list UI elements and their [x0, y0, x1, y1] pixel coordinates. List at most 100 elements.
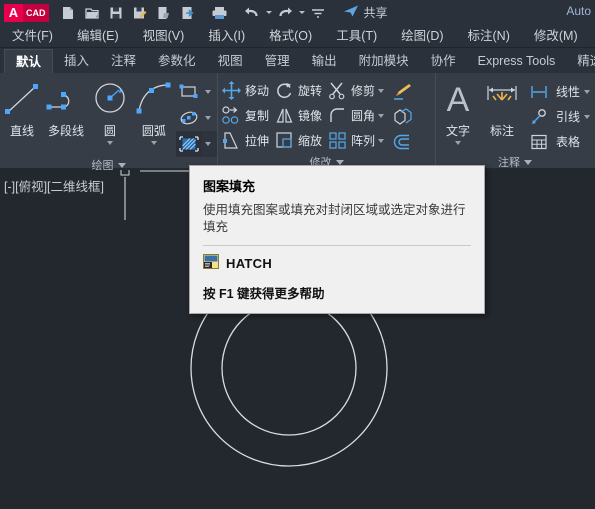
save-as-icon[interactable]: [129, 2, 151, 24]
pencil-properties-icon[interactable]: [390, 80, 416, 104]
modify-tool-scale-label: 缩放: [298, 134, 323, 148]
panel-draw: 直线 多段线 圆 圆弧 绘图: [0, 73, 218, 172]
isometric-box-icon[interactable]: [390, 105, 416, 129]
annotation-tool-leader[interactable]: 引线: [526, 104, 591, 129]
redo-dropdown-icon[interactable]: [298, 11, 305, 14]
panel-annotation-expand-icon[interactable]: [524, 159, 532, 165]
app-name-label: Auto: [566, 4, 591, 18]
undo-dropdown-icon[interactable]: [265, 11, 272, 14]
redo-icon[interactable]: [274, 2, 296, 24]
title-bar: A CAD 共享 Auto: [0, 0, 595, 25]
draw-tool-polyline-label: 多段线: [47, 124, 84, 138]
modify-row-2: 复制 镜像 圆角: [220, 103, 388, 128]
fillet-dropdown-icon[interactable]: [378, 113, 385, 118]
ellipse-icon[interactable]: [176, 106, 202, 130]
trim-dropdown-icon[interactable]: [378, 88, 385, 93]
open-folder-icon[interactable]: [81, 2, 103, 24]
arc-icon: [134, 79, 174, 121]
annotation-tool-dimension[interactable]: 标注: [480, 77, 524, 139]
annotation-tool-table-label: 表格: [556, 135, 581, 149]
modify-tool-stretch-label: 拉伸: [245, 134, 270, 148]
menu-item-view[interactable]: 视图(V): [131, 25, 197, 47]
crosshair-pickbox: [120, 170, 130, 176]
hatch-dropdown-icon[interactable]: [204, 142, 211, 146]
tab-annotate[interactable]: 注释: [100, 49, 147, 73]
arc-dropdown-icon[interactable]: [150, 141, 157, 145]
modify-tool-mirror[interactable]: 镜像: [273, 105, 322, 127]
menu-item-draw[interactable]: 绘图(D): [389, 25, 455, 47]
undo-icon[interactable]: [241, 2, 263, 24]
inner-circle: [221, 300, 357, 436]
modify-tool-rotate-label: 旋转: [298, 84, 323, 98]
menu-item-modify[interactable]: 修改(M): [522, 25, 590, 47]
draw-tool-line-label: 直线: [9, 124, 34, 138]
circle-dropdown-icon[interactable]: [106, 141, 113, 145]
app-logo: A CAD: [4, 3, 49, 22]
leader-icon: [526, 105, 552, 129]
menu-item-parametric[interactable]: 参: [590, 25, 595, 47]
leader-dropdown-icon[interactable]: [584, 114, 591, 119]
modify-tool-copy[interactable]: 复制: [220, 105, 269, 127]
svg-text:A: A: [447, 81, 470, 119]
modify-tool-rotate[interactable]: 旋转: [273, 80, 322, 102]
panel-modify: 移动 旋转 修剪 复制 镜像 圆角 拉伸 缩放 阵列 修改: [218, 73, 436, 169]
ribbon-panels: 直线 多段线 圆 圆弧 绘图 移动 旋转 修剪 复制 镜像 圆角 拉伸 缩放 阵…: [0, 73, 595, 172]
save-icon[interactable]: [105, 2, 127, 24]
modify-tool-scale[interactable]: 缩放: [273, 130, 322, 152]
new-file-icon[interactable]: [57, 2, 79, 24]
annotation-tool-linear-label: 线性: [556, 85, 581, 99]
draw-small-tools: [175, 77, 217, 157]
tab-insert[interactable]: 插入: [53, 49, 100, 73]
customize-icon[interactable]: [307, 2, 329, 24]
tab-default[interactable]: 默认: [4, 49, 54, 73]
menu-bar: 文件(F) 编辑(E) 视图(V) 插入(I) 格式(O) 工具(T) 绘图(D…: [0, 25, 595, 48]
share-button[interactable]: 共享: [343, 4, 388, 21]
print-icon[interactable]: [209, 2, 231, 24]
layers-icon[interactable]: [390, 130, 416, 154]
fillet-icon: [326, 105, 348, 127]
plot-preview-icon[interactable]: [153, 2, 175, 24]
annotation-tool-text[interactable]: A 文字: [436, 77, 480, 145]
tab-collaborate[interactable]: 协作: [420, 49, 467, 73]
linear-dropdown-icon[interactable]: [584, 89, 591, 94]
modify-tool-trim[interactable]: 修剪: [326, 80, 385, 102]
tab-featured-apps[interactable]: 精选应用: [566, 49, 595, 73]
menu-item-format[interactable]: 格式(O): [257, 25, 324, 47]
draw-tool-polyline[interactable]: 多段线: [44, 77, 88, 139]
array-dropdown-icon[interactable]: [378, 138, 385, 143]
tab-output[interactable]: 输出: [301, 49, 348, 73]
modify-tool-trim-label: 修剪: [351, 84, 376, 98]
tab-view[interactable]: 视图: [207, 49, 254, 73]
linear-dim-icon: [526, 80, 552, 104]
tab-addins[interactable]: 附加模块: [348, 49, 420, 73]
ellipse-dropdown-icon[interactable]: [204, 116, 211, 120]
annotation-tool-linear[interactable]: 线性: [526, 79, 591, 104]
draw-tool-arc[interactable]: 圆弧: [132, 77, 176, 145]
modify-tool-stretch[interactable]: 拉伸: [220, 130, 269, 152]
annotation-tool-table[interactable]: 表格: [526, 129, 590, 154]
modify-tool-array[interactable]: 阵列: [326, 130, 385, 152]
text-dropdown-icon[interactable]: [455, 141, 461, 145]
modify-tool-move[interactable]: 移动: [220, 80, 269, 102]
rectangle-dropdown-icon[interactable]: [204, 90, 211, 94]
annotation-tool-dimension-label: 标注: [489, 124, 514, 138]
menu-item-file[interactable]: 文件(F): [0, 25, 65, 47]
draw-tool-circle[interactable]: 圆: [88, 77, 132, 145]
rectangle-icon[interactable]: [176, 80, 202, 104]
menu-item-edit[interactable]: 编辑(E): [65, 25, 131, 47]
draw-tool-line[interactable]: 直线: [0, 77, 44, 139]
export-icon[interactable]: [177, 2, 199, 24]
tooltip-help-text: 按 F1 键获得更多帮助: [203, 286, 325, 301]
panel-modify-expand-icon[interactable]: [335, 159, 344, 165]
tooltip-separator: [203, 244, 471, 246]
tab-manage[interactable]: 管理: [254, 49, 301, 73]
menu-item-tools[interactable]: 工具(T): [324, 25, 389, 47]
tab-express-tools[interactable]: Express Tools: [467, 49, 567, 73]
hatch-icon[interactable]: [175, 132, 202, 156]
modify-row-1: 移动 旋转 修剪: [220, 78, 388, 103]
panel-draw-expand-icon[interactable]: [117, 162, 126, 168]
menu-item-dimension[interactable]: 标注(N): [456, 25, 522, 47]
tab-parametric[interactable]: 参数化: [147, 49, 207, 73]
modify-tool-fillet[interactable]: 圆角: [326, 105, 385, 127]
menu-item-insert[interactable]: 插入(I): [196, 25, 257, 47]
